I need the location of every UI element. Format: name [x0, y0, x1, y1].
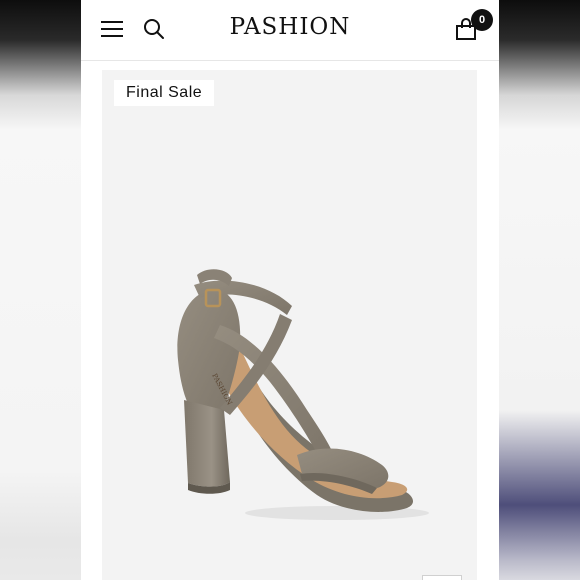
brand-logo[interactable]: PASHION — [81, 14, 499, 40]
blurred-backdrop-right — [499, 0, 580, 580]
product-media[interactable]: PASHION Final Sale — [102, 70, 477, 580]
gallery-indicator[interactable] — [422, 575, 462, 580]
app-screen: PASHION 0 PASHION Final Sale — [81, 0, 499, 580]
product-image: PASHION — [177, 269, 429, 520]
blurred-backdrop-left — [0, 0, 81, 580]
cart-count-badge: 0 — [471, 9, 493, 31]
site-header: PASHION 0 — [81, 0, 499, 61]
final-sale-badge: Final Sale — [114, 80, 215, 106]
